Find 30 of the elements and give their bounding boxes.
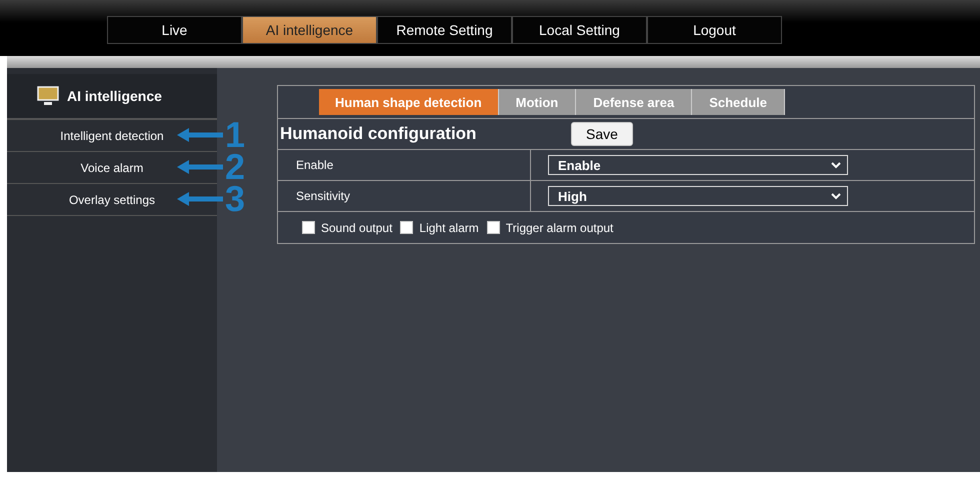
callout-number: 2 [225,150,246,184]
nav-tab[interactable]: Live [107,16,242,44]
field-label: Sensitivity [296,189,350,203]
checkbox[interactable] [486,221,500,234]
nav-tab[interactable]: AI intelligence [242,16,377,44]
dropdown[interactable]: High [548,186,848,206]
dropdown[interactable]: Enable [548,155,848,175]
nav-tab[interactable]: Logout [647,16,782,44]
monitor-icon [37,86,59,106]
arrow-icon [177,192,223,206]
checkbox-label: Light alarm [419,220,479,234]
checkbox[interactable] [302,221,315,234]
callout-number: 1 [225,118,246,152]
nav-tab[interactable]: Local Setting [512,16,647,44]
callout-number: 3 [225,182,246,216]
sidebar-item[interactable]: Voice alarm [80,160,144,174]
sidebar-item[interactable]: Intelligent detection [60,128,164,142]
save-button[interactable]: Save [571,122,633,146]
field-label: Enable [296,158,334,172]
chevron-icon [831,162,841,168]
nav-tab[interactable]: Remote Setting [377,16,512,44]
sidebar-title: AI intelligence [67,88,162,104]
arrow-icon [177,160,223,174]
section-title: Humanoid configuration [280,124,478,144]
checkbox[interactable] [400,221,414,234]
arrow-icon [177,128,223,142]
sidebar-item[interactable]: Overlay settings [68,192,156,206]
checkbox-label: Sound output [321,220,392,234]
chevron-icon [831,192,841,200]
checkbox-label: Trigger alarm output [506,220,614,234]
